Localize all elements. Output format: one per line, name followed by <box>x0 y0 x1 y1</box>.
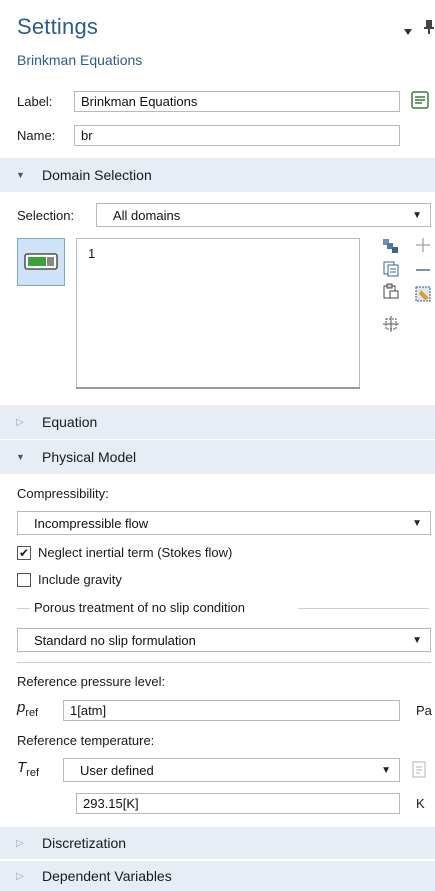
dropdown-arrow-icon[interactable] <box>404 24 412 35</box>
compressibility-combobox[interactable]: Incompressible flow ▼ <box>17 511 431 535</box>
list-bottom-edge <box>76 387 360 389</box>
porous-treatment-value: Standard no slip formulation <box>34 632 196 648</box>
chevron-down-icon: ▼ <box>412 634 422 646</box>
active-toggle-button[interactable] <box>17 238 65 286</box>
compressibility-label: Compressibility: <box>17 486 109 501</box>
clipboard-icon[interactable] <box>383 283 399 299</box>
remove-icon[interactable] <box>415 262 431 278</box>
ref-pressure-label: Reference pressure level: <box>17 674 166 689</box>
zoom-selection-icon[interactable] <box>383 316 399 332</box>
section-domain-selection[interactable]: ▼ Domain Selection <box>0 158 435 192</box>
checkbox-label: Neglect inertial term (Stokes flow) <box>38 545 233 560</box>
expanded-triangle-icon: ▼ <box>16 170 25 180</box>
checkbox-label: Include gravity <box>38 572 122 587</box>
porous-treatment-combobox[interactable]: Standard no slip formulation ▼ <box>17 628 431 652</box>
panel-title: Settings <box>17 14 99 39</box>
neglect-inertial-checkbox[interactable]: ✔ Neglect inertial term (Stokes flow) <box>17 545 232 560</box>
selection-combobox[interactable]: All domains ▼ <box>96 203 431 227</box>
collapsed-triangle-icon: ▷ <box>16 416 24 428</box>
group-line-left <box>17 608 30 609</box>
list-item[interactable]: 1 <box>77 239 359 268</box>
copy-selection-icon[interactable] <box>383 238 399 254</box>
selection-value: All domains <box>113 207 181 223</box>
temperature-unit: K <box>416 796 425 811</box>
clear-selection-icon[interactable] <box>415 286 433 302</box>
section-title: Domain Selection <box>42 167 152 183</box>
chevron-down-icon: ▼ <box>412 517 422 529</box>
section-discretization[interactable]: ▷ Discretization <box>0 827 435 859</box>
toggle-active-icon <box>24 253 58 270</box>
paste-list-icon[interactable] <box>383 261 399 277</box>
section-equation[interactable]: ▷ Equation <box>0 405 435 439</box>
section-title: Discretization <box>42 835 127 851</box>
label-field-label: Label: <box>17 94 53 109</box>
add-icon[interactable] <box>415 237 431 253</box>
group-line-right <box>298 608 429 609</box>
section-title: Dependent Variables <box>42 868 172 884</box>
ref-temp-input[interactable]: 293.15[K] <box>76 793 400 814</box>
expanded-triangle-icon: ▼ <box>16 452 25 462</box>
divider <box>17 662 431 663</box>
section-title: Equation <box>42 414 98 430</box>
name-field[interactable]: br <box>74 125 400 146</box>
section-dependent-variables[interactable]: ▷ Dependent Variables <box>0 861 435 891</box>
compressibility-value: Incompressible flow <box>34 515 149 531</box>
t-ref-symbol: Tref <box>17 759 40 779</box>
section-physical-model[interactable]: ▼ Physical Model <box>0 440 435 474</box>
section-title: Physical Model <box>42 449 137 465</box>
go-to-source-icon[interactable] <box>411 760 429 780</box>
ref-temp-mode-value: User defined <box>80 762 154 778</box>
collapsed-triangle-icon: ▷ <box>16 870 24 882</box>
ref-pressure-input[interactable]: 1[atm] <box>63 700 400 721</box>
panel-subtitle: Brinkman Equations <box>17 52 143 68</box>
checkbox-checked[interactable]: ✔ <box>17 545 31 560</box>
selection-label: Selection: <box>17 208 75 223</box>
collapsed-triangle-icon: ▷ <box>16 837 24 849</box>
chevron-down-icon: ▼ <box>412 209 422 221</box>
ref-temp-mode-combobox[interactable]: User defined ▼ <box>63 758 400 782</box>
edit-note-icon[interactable] <box>410 90 430 110</box>
selection-list[interactable]: 1 <box>76 238 360 389</box>
ref-temp-label: Reference temperature: <box>17 733 155 748</box>
chevron-down-icon: ▼ <box>381 764 391 776</box>
pressure-unit: Pa <box>416 703 432 718</box>
pin-icon[interactable] <box>424 20 434 34</box>
label-field[interactable]: Brinkman Equations <box>74 91 400 112</box>
porous-group-label: Porous treatment of no slip condition <box>34 600 246 615</box>
checkbox-unchecked[interactable] <box>17 572 31 587</box>
include-gravity-checkbox[interactable]: Include gravity <box>17 572 122 587</box>
name-field-label: Name: <box>17 128 56 143</box>
p-ref-symbol: pref <box>17 699 39 719</box>
